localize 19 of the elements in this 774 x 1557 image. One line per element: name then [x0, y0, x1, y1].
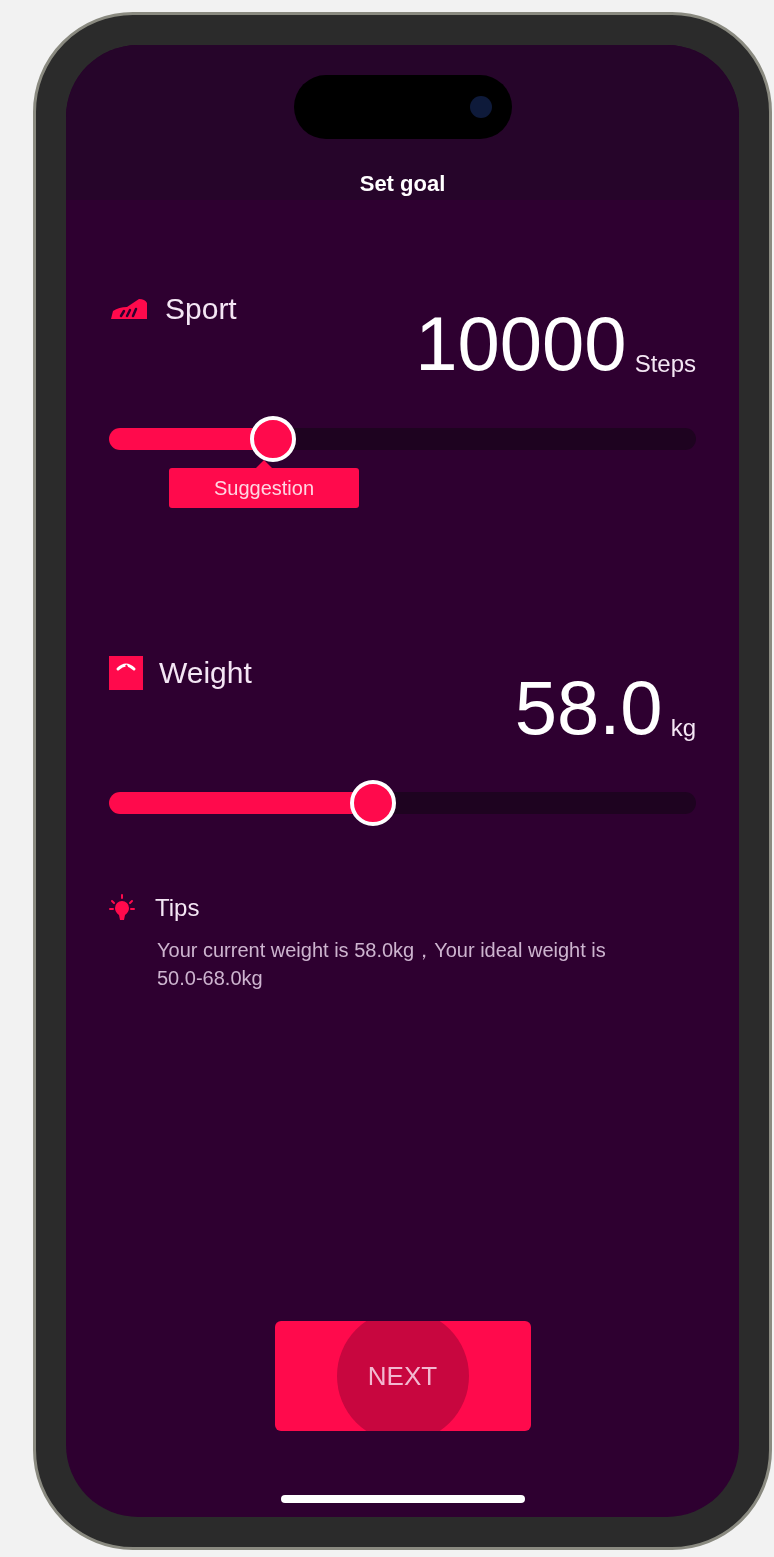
lightbulb-icon [109, 893, 135, 923]
tips-text: Your current weight is 58.0kg，Your ideal weight is 50.0-68.0kg [157, 938, 607, 991]
goal-unit: Steps [634, 352, 696, 376]
section-label: Sport [165, 291, 237, 327]
goal-unit: kg [670, 716, 696, 740]
goal-value: 58.0 [514, 676, 663, 740]
slider-thumb[interactable] [350, 780, 397, 826]
suggestion-tooltip: Suggestion [169, 460, 359, 508]
shoe-icon [109, 296, 149, 321]
section-label: Weight [159, 655, 252, 691]
slider[interactable] [109, 416, 696, 462]
slider[interactable] [109, 780, 696, 826]
next-button[interactable]: NEXT [274, 1321, 531, 1431]
screen-title: Set goal [359, 170, 446, 198]
camera-lens-icon [469, 96, 492, 118]
tips-title: Tips [155, 893, 200, 923]
slider-thumb[interactable] [250, 416, 297, 462]
scale-icon [109, 655, 143, 690]
goal-value: 10000 [415, 312, 627, 376]
